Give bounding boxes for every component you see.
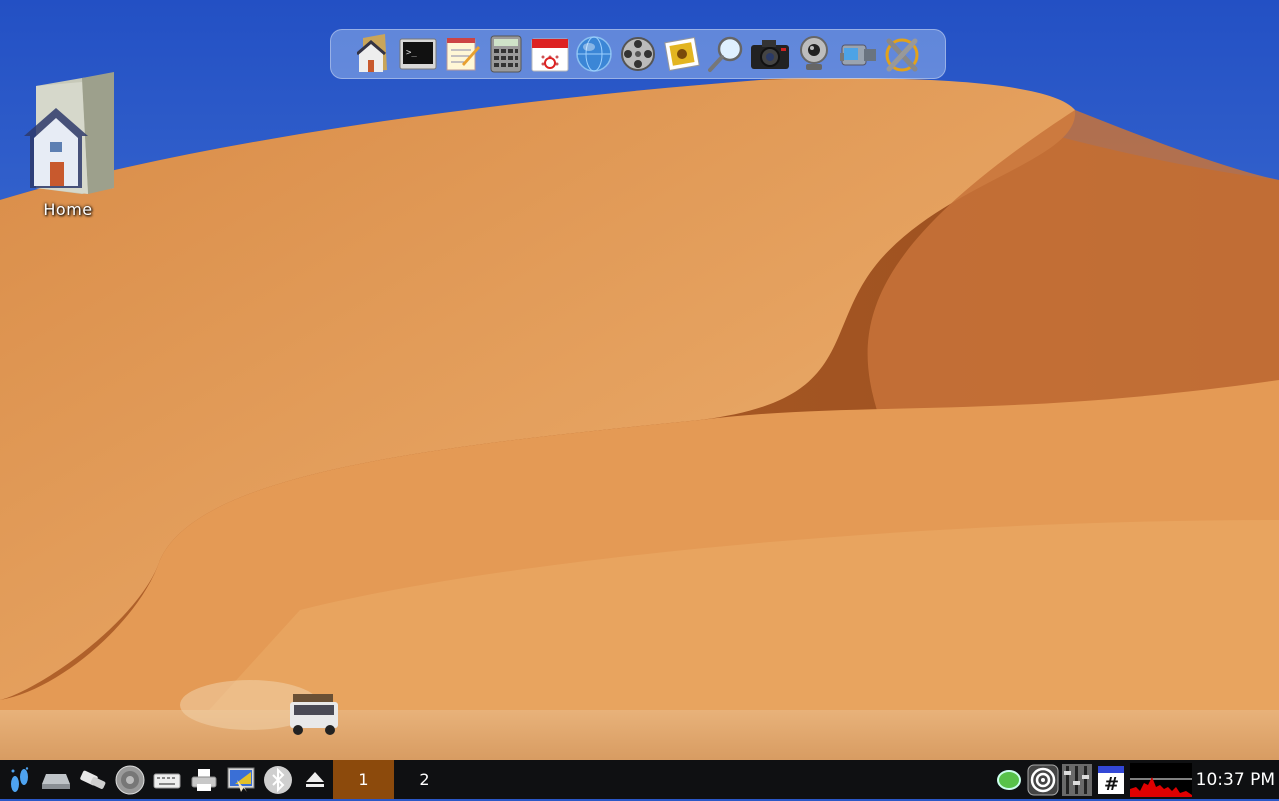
calculator-icon [490, 35, 522, 73]
dock-settings-tools[interactable] [882, 33, 922, 75]
home-folder-icon [357, 34, 387, 72]
wireless-tray-button[interactable] [1026, 761, 1060, 798]
taskbar: 1 2 # 10:37 PM [0, 760, 1279, 799]
globe-icon [576, 36, 612, 72]
tools-icon [885, 38, 919, 72]
bluetooth-button[interactable] [259, 761, 296, 798]
wireless-icon [1027, 764, 1059, 795]
speaker-icon [115, 765, 144, 794]
drive-button[interactable] [37, 761, 74, 798]
dock-camera[interactable] [750, 33, 790, 75]
keyboard-button[interactable] [148, 761, 185, 798]
foot-icon [10, 766, 28, 792]
dock-calculator[interactable] [486, 33, 526, 75]
cpu-graph-icon [1129, 762, 1192, 797]
camcorder-icon [840, 44, 876, 66]
photo-icon [664, 37, 700, 71]
bluetooth-icon [263, 765, 292, 794]
dock-video-camera[interactable] [838, 33, 878, 75]
camera-icon [751, 40, 789, 69]
dock-terminal[interactable]: >_ [398, 33, 438, 75]
printer-icon [191, 768, 216, 791]
drive-icon [41, 773, 70, 789]
network-button[interactable] [74, 761, 111, 798]
chat-bubble-icon [996, 769, 1021, 790]
volume-button[interactable] [111, 761, 148, 798]
dock-video-player[interactable] [618, 33, 658, 75]
svg-text:#: # [1104, 774, 1119, 795]
start-menu-button[interactable] [0, 761, 37, 798]
eject-button[interactable] [296, 761, 333, 798]
network-cable-icon [79, 770, 105, 789]
terminal-icon: >_ [399, 38, 437, 70]
film-reel-icon [621, 37, 655, 71]
hash-icon: # [1097, 765, 1124, 795]
chat-tray-button[interactable] [992, 761, 1026, 798]
dock-web-browser[interactable] [574, 33, 614, 75]
notepad-icon [446, 38, 480, 71]
application-dock: >_ [330, 29, 946, 79]
printer-button[interactable] [185, 761, 222, 798]
mixer-sliders-icon [1061, 763, 1092, 796]
calendar-icon [531, 38, 569, 72]
workspace-1[interactable]: 1 [333, 760, 394, 799]
dock-text-editor[interactable] [442, 33, 482, 75]
calculator-tray-button[interactable]: # [1094, 761, 1128, 798]
desktop-wallpaper [0, 0, 1279, 760]
home-folder-icon [24, 72, 114, 194]
display-settings-icon [227, 767, 254, 792]
display-settings-button[interactable] [222, 761, 259, 798]
eject-icon [305, 771, 324, 787]
dock-calendar[interactable] [530, 33, 570, 75]
magnifier-icon [708, 36, 743, 72]
svg-text:>_: >_ [406, 48, 417, 58]
clock[interactable]: 10:37 PM [1194, 770, 1279, 790]
dock-file-manager[interactable] [354, 33, 394, 75]
dock-search[interactable] [706, 33, 746, 75]
desktop-home-icon[interactable]: Home [22, 68, 114, 219]
mixer-tray-button[interactable] [1060, 761, 1094, 798]
dock-image-viewer[interactable] [662, 33, 702, 75]
dock-webcam[interactable] [794, 33, 834, 75]
workspace-2[interactable]: 2 [394, 760, 455, 799]
keyboard-icon [153, 773, 180, 788]
home-icon-label: Home [43, 200, 93, 219]
webcam-icon [800, 36, 828, 70]
